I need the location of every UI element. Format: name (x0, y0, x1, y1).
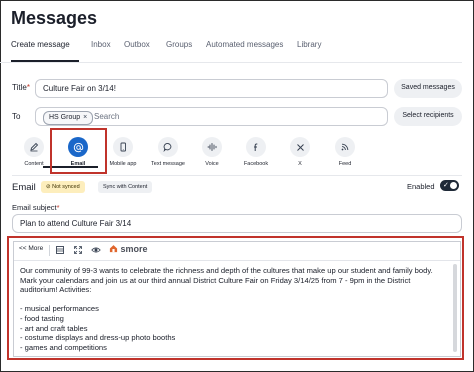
title-input[interactable]: Culture Fair on 3/14! (35, 79, 388, 98)
enabled-label: Enabled (407, 182, 435, 191)
email-enabled-toggle[interactable]: ✓ (440, 180, 459, 191)
layout-icon[interactable] (55, 245, 65, 255)
toggle-knob (450, 182, 457, 189)
list-item: - food tasting (20, 313, 64, 323)
tab-bar: Create message Inbox Outbox Groups Autom… (0, 38, 462, 63)
facebook-icon (246, 137, 266, 157)
title-label: Title* (12, 83, 30, 92)
tab-automated-messages[interactable]: Automated messages (206, 40, 283, 49)
tab-library[interactable]: Library (297, 40, 321, 49)
sync-with-content-button[interactable]: Sync with Content (98, 181, 153, 193)
body-paragraph: Our community of 99-3 wants to celebrate… (20, 266, 433, 295)
not-synced-badge: ⊘ Not synced (41, 181, 85, 193)
email-subject-label: Email subject* (12, 203, 60, 212)
preview-eye-icon[interactable] (91, 245, 101, 255)
editor-toolbar: << More smore (14, 242, 460, 261)
to-label: To (12, 112, 21, 121)
recipient-search-input[interactable]: Search (94, 111, 119, 123)
email-highlight-box (50, 128, 107, 174)
smore-logo[interactable]: smore (109, 244, 148, 254)
waveform-icon (202, 137, 222, 157)
fullscreen-icon[interactable] (73, 245, 83, 255)
active-tab-indicator (11, 60, 79, 62)
smore-house-icon (109, 245, 118, 253)
list-item: - art and craft tables (20, 323, 88, 333)
email-heading: Email (12, 182, 36, 193)
list-item: - games and competitions (20, 342, 107, 352)
tab-outbox[interactable]: Outbox (124, 40, 150, 49)
tab-create-message[interactable]: Create message (11, 40, 70, 49)
remove-tag-icon[interactable]: × (83, 114, 87, 121)
edit-icon (24, 137, 44, 157)
more-button[interactable]: << More (19, 245, 43, 252)
rss-icon (335, 137, 355, 157)
activities-list: - musical performances - food tasting - … (20, 304, 445, 352)
saved-messages-button[interactable]: Saved messages (394, 79, 462, 98)
editor-scrollbar[interactable] (453, 264, 457, 352)
email-subject-input[interactable]: Plan to attend Culture Fair 3/14 (12, 214, 462, 233)
list-item: - musical performances (20, 304, 99, 314)
check-icon: ✓ (443, 182, 449, 189)
page-title: Messages (11, 8, 98, 28)
toolbar-divider (49, 245, 50, 256)
x-icon (290, 137, 310, 157)
email-body-content[interactable]: Our community of 99-3 wants to celebrate… (20, 266, 445, 352)
tab-groups[interactable]: Groups (166, 40, 192, 49)
list-item: - costume displays and dress-up photo bo… (20, 333, 176, 343)
phone-icon (113, 137, 133, 157)
chat-icon (158, 137, 178, 157)
select-recipients-button[interactable]: Select recipients (394, 107, 462, 126)
channel-feed[interactable]: Feed (319, 137, 371, 167)
tab-inbox[interactable]: Inbox (91, 40, 111, 49)
email-body-editor[interactable]: << More smore Our community of 99-3 want… (13, 241, 461, 357)
recipient-tag-hs-group[interactable]: HS Group × (43, 111, 94, 125)
